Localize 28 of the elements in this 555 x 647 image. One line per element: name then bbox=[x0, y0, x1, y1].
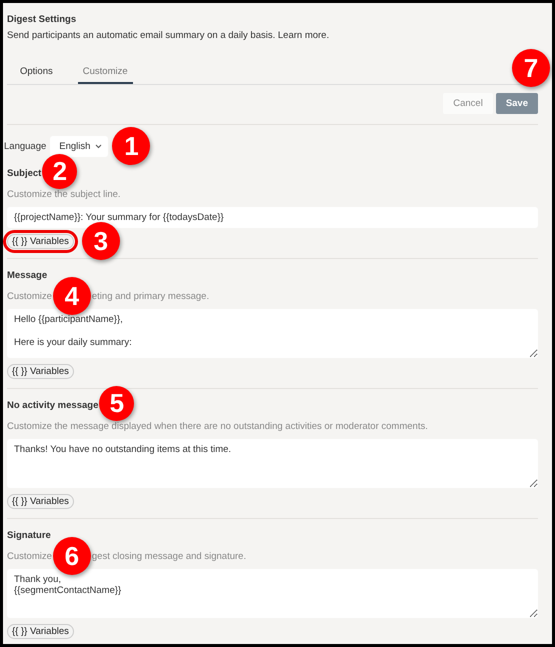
chevron-icon bbox=[95, 144, 102, 148]
section-description: Customize the subject line. bbox=[7, 189, 121, 200]
callout-number: 5 bbox=[99, 386, 134, 421]
dialog-title: Digest Settings bbox=[7, 14, 78, 25]
tab[interactable]: Options bbox=[15, 61, 58, 84]
message-textarea[interactable]: Thank you, {{segmentContactName}} bbox=[7, 569, 538, 618]
tab[interactable]: Customize bbox=[78, 61, 133, 84]
callout-number: 1 bbox=[112, 127, 150, 165]
section-description: Customize bbox=[7, 551, 52, 562]
variables-button[interactable]: {{ }} Variables bbox=[7, 494, 74, 508]
message-textarea[interactable]: Hello {{participantName}}, Here is your daily summary: bbox=[7, 309, 538, 358]
section-title: Message bbox=[7, 270, 48, 281]
subject-field[interactable]: {{projectName}}: Your summary for {{todaysDate}} bbox=[7, 207, 538, 228]
variables-button[interactable]: {{ }} Variables bbox=[7, 624, 74, 638]
variables-button[interactable]: {{ }} Variables bbox=[7, 364, 74, 378]
callout-number: 7 bbox=[512, 49, 550, 87]
section-description: Customize bbox=[7, 291, 52, 302]
language-dropdown[interactable]: English bbox=[50, 136, 108, 156]
section-description: gest closing message and signature. bbox=[92, 551, 246, 562]
dialog-subtitle: Send participants an automatic email summary on a daily basis. Learn more. bbox=[7, 30, 330, 41]
section-title: Signature bbox=[7, 530, 51, 541]
section-description: Customize the message displayed when there are no outstanding activities or moderator comments. bbox=[7, 421, 428, 432]
language-label: Language bbox=[4, 140, 46, 152]
section-title: Subject bbox=[7, 168, 42, 179]
section-description: eting and primary message. bbox=[92, 291, 210, 302]
section-title: No activity message bbox=[7, 400, 98, 411]
message-textarea[interactable]: Thanks! You have no outstanding items at this time. bbox=[7, 439, 538, 488]
callout-number: 2 bbox=[42, 154, 78, 189]
